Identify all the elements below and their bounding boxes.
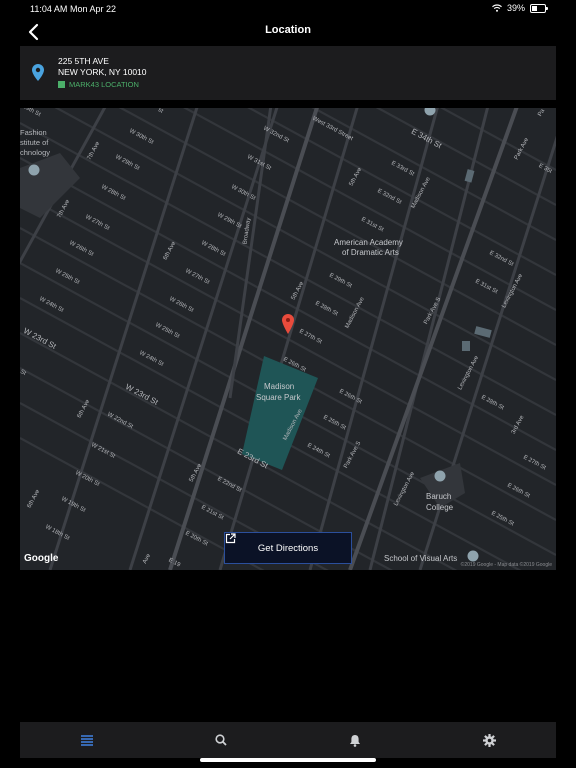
poi-icon bbox=[467, 550, 479, 562]
navigation-bar: Location bbox=[20, 18, 556, 46]
home-indicator[interactable] bbox=[200, 758, 376, 762]
location-pin-icon bbox=[32, 64, 44, 81]
tab-search[interactable] bbox=[154, 722, 288, 758]
location-type-badge: MARK43 LOCATION bbox=[58, 80, 139, 89]
tab-notifications[interactable] bbox=[288, 722, 422, 758]
map-view[interactable]: 29th St st W 30th St W 29th St W 28th St… bbox=[20, 108, 556, 570]
poi-label: Fashion bbox=[20, 128, 47, 137]
status-time: 11:04 AM bbox=[30, 4, 68, 14]
poi-label: Square Park bbox=[256, 393, 301, 402]
poi-label: Baruch bbox=[426, 492, 452, 501]
map-attribution: ©2019 Google - Map data ©2019 Google bbox=[460, 562, 552, 568]
list-icon bbox=[81, 734, 93, 746]
poi-icon bbox=[424, 108, 436, 116]
poi-label: College bbox=[426, 503, 454, 512]
get-directions-label: Get Directions bbox=[257, 542, 319, 554]
status-date: Mon Apr 22 bbox=[70, 4, 117, 14]
external-link-icon bbox=[225, 533, 236, 544]
google-logo: Google bbox=[24, 553, 59, 564]
poi-label: stitute of bbox=[20, 138, 49, 147]
poi-label: Madison bbox=[264, 382, 295, 391]
gear-icon bbox=[482, 733, 496, 747]
tag-color-swatch bbox=[58, 81, 65, 88]
tab-list[interactable] bbox=[20, 722, 154, 758]
location-card: 225 5TH AVE NEW YORK, NY 10010 MARK43 LO… bbox=[20, 46, 556, 100]
poi-label: American Academy bbox=[334, 238, 403, 247]
poi-icon bbox=[28, 164, 40, 176]
destination-marker[interactable] bbox=[282, 314, 294, 334]
battery-icon bbox=[530, 3, 548, 13]
poi-label: chnology bbox=[20, 148, 51, 157]
page-title: Location bbox=[265, 24, 311, 36]
get-directions-button[interactable]: Get Directions bbox=[224, 532, 352, 564]
tab-settings[interactable] bbox=[422, 722, 556, 758]
bell-icon bbox=[350, 734, 360, 747]
map-streets bbox=[20, 108, 556, 570]
address-line-1: 225 5TH AVE bbox=[58, 56, 109, 66]
poi-label: of Dramatic Arts bbox=[342, 248, 399, 257]
search-icon bbox=[215, 734, 227, 746]
poi-label: School of Visual Arts bbox=[384, 554, 458, 563]
status-indicators: 39% bbox=[492, 3, 548, 13]
poi-icon bbox=[434, 470, 446, 482]
address-line-2: NEW YORK, NY 10010 bbox=[58, 67, 147, 77]
tab-bar bbox=[20, 722, 556, 758]
status-bar: 11:04 AM Mon Apr 22 39% bbox=[0, 0, 576, 18]
battery-percent: 39% bbox=[506, 3, 525, 13]
wifi-icon bbox=[492, 4, 502, 12]
location-type-label: MARK43 LOCATION bbox=[69, 80, 139, 89]
